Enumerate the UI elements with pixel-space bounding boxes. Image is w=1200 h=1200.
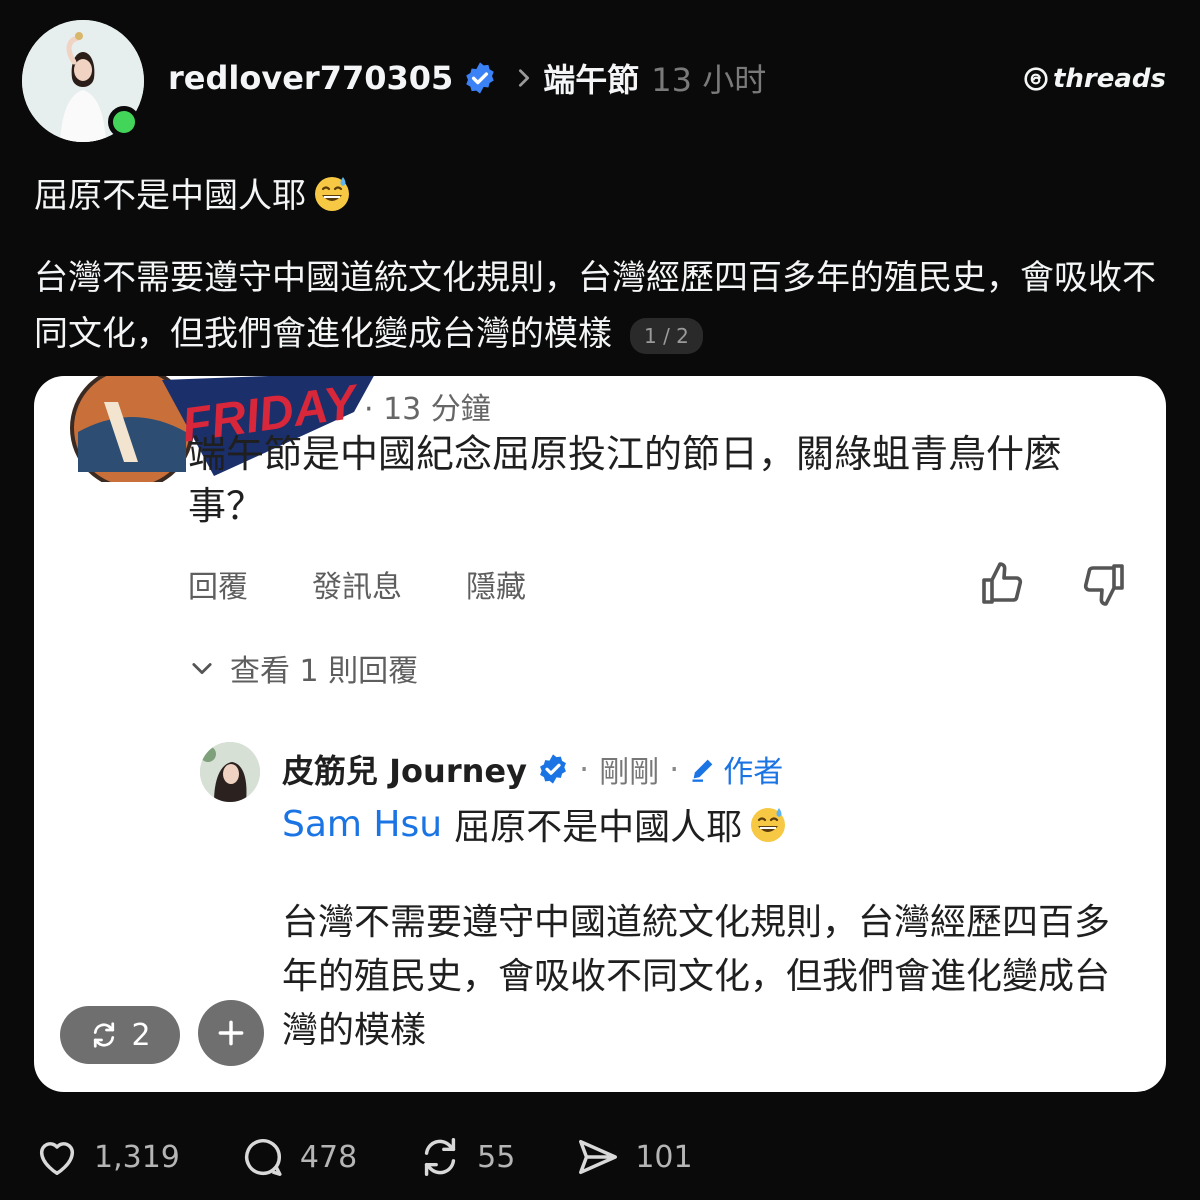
plus-icon <box>218 1020 244 1046</box>
share-count: 101 <box>635 1139 693 1175</box>
comment-count: 478 <box>299 1139 358 1175</box>
hide-button[interactable]: 隱藏 <box>466 562 526 606</box>
add-button[interactable] <box>198 1000 264 1066</box>
topic-tag[interactable]: 端午節 <box>543 55 639 101</box>
view-replies-label: 查看 1 則回覆 <box>230 654 419 689</box>
message-button[interactable]: 發訊息 <box>312 562 402 606</box>
like-count: 1,319 <box>94 1139 180 1175</box>
reply-button[interactable]: 回覆 <box>188 562 248 606</box>
post-time: 13 小时 <box>651 61 767 99</box>
thumbs-up-icon[interactable] <box>978 560 1026 608</box>
post-text-line1: 屈原不是中國人耶 <box>34 168 352 217</box>
post-body-text: 台灣不需要遵守中國道統文化規則，台灣經歷四百多年的殖民史，會吸收不同文化，但我們… <box>34 258 1156 354</box>
threads-logo-icon <box>1024 67 1048 91</box>
reply-avatar[interactable] <box>200 742 260 802</box>
online-status-dot <box>108 106 140 138</box>
repost-pill[interactable]: 2 <box>60 1006 180 1064</box>
reply-line1: 屈原不是中國人耶 <box>454 807 743 848</box>
comment-actions: 回覆 發訊息 隱藏 <box>188 562 526 606</box>
thumbs-down-icon[interactable] <box>1080 560 1128 608</box>
verified-badge-icon <box>466 62 495 94</box>
like-button[interactable]: 1,319 <box>34 1134 180 1180</box>
post-actions: 1,319 478 55 101 <box>34 1134 753 1180</box>
separator: · <box>669 750 680 788</box>
heart-icon <box>39 1142 75 1176</box>
image-pager: 1 / 2 <box>630 317 703 354</box>
author-badge: 作者 <box>689 747 783 791</box>
separator: · <box>578 750 590 788</box>
reply-first-line: Sam Hsu 屈原不是中國人耶 <box>282 798 788 850</box>
repost-button[interactable]: 55 <box>417 1134 515 1180</box>
share-button[interactable]: 101 <box>575 1134 693 1180</box>
reply-header: 皮筋兒 Journey · 剛剛 · 作者 <box>282 746 783 792</box>
repost-count: 55 <box>477 1139 516 1175</box>
embedded-screenshot[interactable]: FRIDAY · 13 分鐘 端午節是中國紀念屈原投江的節日，關綠蛆青鳥什麼事？… <box>34 376 1166 1092</box>
verified-badge-icon <box>540 754 566 784</box>
smiling-sweat-emoji <box>315 176 349 211</box>
comment-icon <box>244 1139 282 1176</box>
author-label: 作者 <box>723 755 784 790</box>
post-body: 台灣不需要遵守中國道統文化規則，台灣經歷四百多年的殖民史，會吸收不同文化，但我們… <box>34 250 1174 362</box>
comment-button[interactable]: 478 <box>240 1134 357 1180</box>
repost-pill-count: 2 <box>131 1017 151 1053</box>
brand-name: threads <box>1052 64 1166 94</box>
smiling-sweat-emoji <box>751 808 786 842</box>
reply-time: 剛剛 <box>599 755 660 790</box>
reply-author-name[interactable]: 皮筋兒 Journey <box>282 746 527 792</box>
username[interactable]: redlover770305 <box>168 59 453 97</box>
chevron-right-icon <box>519 69 530 87</box>
comment-text: 端午節是中國紀念屈原投江的節日，關綠蛆青鳥什麼事？ <box>188 432 1063 528</box>
chevron-down-icon <box>192 663 212 675</box>
mention-link[interactable]: Sam Hsu <box>282 804 442 845</box>
repost-icon <box>94 1022 115 1048</box>
share-icon <box>579 1139 618 1175</box>
comment-time: · 13 分鐘 <box>364 392 491 427</box>
repost-icon <box>425 1138 456 1176</box>
pencil-icon <box>692 759 713 782</box>
view-replies-toggle[interactable]: 查看 1 則回覆 <box>188 646 418 690</box>
post-header: redlover770305 端午節 13 小时 <box>168 52 766 104</box>
reply-body: 台灣不需要遵守中國道統文化規則，台灣經歷四百多年的殖民史，會吸收不同文化，但我們… <box>282 902 1111 1051</box>
post-line1: 屈原不是中國人耶 <box>34 176 306 216</box>
threads-brand: threads <box>1023 62 1166 96</box>
